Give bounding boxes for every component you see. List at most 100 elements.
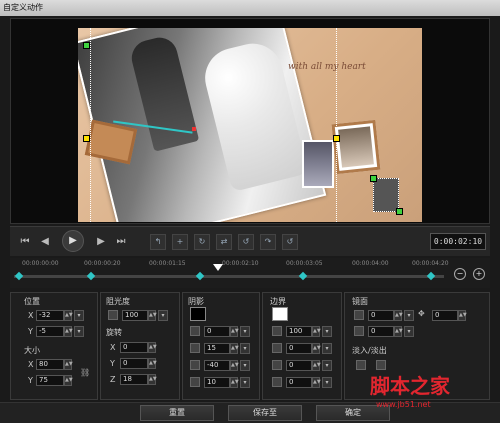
- link-chain-icon[interactable]: ⛓: [80, 368, 90, 377]
- mirror-dropdown-2-icon[interactable]: ▾: [404, 326, 414, 337]
- keyframe-tool-7-icon[interactable]: ↺: [282, 234, 298, 250]
- border-value-1[interactable]: 100: [286, 326, 312, 337]
- shadow-dropdown-4-icon[interactable]: ▾: [240, 377, 250, 388]
- rotation-y-field[interactable]: 0: [120, 358, 148, 369]
- transport-bar: ⏮ ◀ ▶ ▶ ⏭ ↰ + ↻ ⇄ ↺ ↷ ↺ 0:00:02:10: [10, 226, 490, 256]
- mirror-value-3[interactable]: 0: [432, 310, 458, 321]
- shadow-value-3[interactable]: -40: [204, 360, 230, 371]
- border-value-4[interactable]: 0: [286, 377, 312, 388]
- playhead[interactable]: [213, 264, 223, 271]
- mirror-spinner-1[interactable]: ▲▼: [394, 310, 403, 321]
- keyframe-tool-3-icon[interactable]: ↻: [194, 234, 210, 250]
- border-dropdown-1-icon[interactable]: ▾: [322, 326, 332, 337]
- step-forward-icon[interactable]: ▶: [94, 235, 108, 249]
- mirror-value-2[interactable]: 0: [368, 326, 394, 337]
- size-y-spinner[interactable]: ▲▼: [64, 375, 73, 386]
- ruler-label: 00:00:00:00: [22, 260, 59, 267]
- shadow-spinner-3[interactable]: ▲▼: [230, 360, 239, 371]
- size-y-field[interactable]: 75: [36, 375, 64, 386]
- position-y-field[interactable]: -5: [36, 326, 64, 337]
- shadow-dropdown-3-icon[interactable]: ▾: [240, 360, 250, 371]
- position-x-spinner[interactable]: ▲▼: [64, 310, 73, 321]
- keyframe-marker[interactable]: [14, 271, 24, 281]
- border-dropdown-4-icon[interactable]: ▾: [322, 377, 332, 388]
- mirror-spinner-3[interactable]: ▲▼: [458, 310, 467, 321]
- keyframe-tool-5-icon[interactable]: ↺: [238, 234, 254, 250]
- handle-top-left[interactable]: [83, 42, 90, 49]
- shadow-angle-icon: [190, 360, 200, 370]
- secondary-handle-top-left[interactable]: [370, 175, 377, 182]
- border-dropdown-3-icon[interactable]: ▾: [322, 360, 332, 371]
- shadow-dropdown-1-icon[interactable]: ▾: [240, 326, 250, 337]
- ruler-label: 00:00:04:00: [352, 260, 389, 267]
- handle-mid-right[interactable]: [333, 135, 340, 142]
- position-y-spinner[interactable]: ▲▼: [64, 326, 73, 337]
- keyframe-tool-6-icon[interactable]: ↷: [260, 234, 276, 250]
- size-x-spinner[interactable]: ▲▼: [64, 359, 73, 370]
- opacity-spinner[interactable]: ▲▼: [148, 310, 157, 321]
- keyframe-marker[interactable]: [86, 271, 96, 281]
- border-spinner-1[interactable]: ▲▼: [312, 326, 321, 337]
- border-spinner-4[interactable]: ▲▼: [312, 377, 321, 388]
- skip-end-icon[interactable]: ⏭: [114, 235, 128, 249]
- border-value-2[interactable]: 0: [286, 343, 312, 354]
- border-spinner-3[interactable]: ▲▼: [312, 360, 321, 371]
- shadow-spinner-1[interactable]: ▲▼: [230, 326, 239, 337]
- mirror-gradient-icon: [354, 326, 364, 336]
- handle-mid-left[interactable]: [83, 135, 90, 142]
- secondary-handle-bottom-right[interactable]: [396, 208, 403, 215]
- rotation-y-spinner[interactable]: ▲▼: [148, 358, 157, 369]
- window-title: 自定义动作: [0, 0, 500, 16]
- position-y-dropdown-icon[interactable]: ▾: [74, 326, 84, 337]
- step-back-icon[interactable]: ◀: [38, 235, 52, 249]
- rotation-z-label: Z: [110, 375, 116, 384]
- opacity-field[interactable]: 100: [122, 310, 148, 321]
- shadow-value-4[interactable]: 10: [204, 377, 230, 388]
- motion-center[interactable]: [192, 127, 196, 131]
- zoom-out-icon[interactable]: −: [454, 268, 466, 280]
- keyframe-marker[interactable]: [298, 271, 308, 281]
- timeline-track[interactable]: [14, 275, 444, 278]
- save-as-button[interactable]: 保存至: [228, 405, 302, 421]
- position-x-dropdown-icon[interactable]: ▾: [74, 310, 84, 321]
- rotation-x-spinner[interactable]: ▲▼: [148, 342, 157, 353]
- timecode-display[interactable]: 0:00:02:10: [430, 233, 486, 250]
- keyframe-marker[interactable]: [426, 271, 436, 281]
- position-x-field[interactable]: -32: [36, 310, 64, 321]
- fade-in-icon[interactable]: [356, 360, 366, 370]
- zoom-in-icon[interactable]: +: [473, 268, 485, 280]
- fade-title: 淡入/淡出: [352, 346, 387, 355]
- size-x-field[interactable]: 80: [36, 359, 64, 370]
- play-icon[interactable]: ▶: [62, 230, 84, 252]
- mirror-value-1[interactable]: 0: [368, 310, 394, 321]
- shadow-value-1[interactable]: 0: [204, 326, 230, 337]
- keyframe-swap-icon[interactable]: ⇄: [216, 234, 232, 250]
- fade-out-icon[interactable]: [376, 360, 386, 370]
- border-color-swatch[interactable]: [272, 307, 288, 321]
- keyframe-add-icon[interactable]: +: [172, 234, 188, 250]
- shadow-dropdown-2-icon[interactable]: ▾: [240, 343, 250, 354]
- mirror-dropdown-1-icon[interactable]: ▾: [404, 310, 414, 321]
- opacity-dropdown-icon[interactable]: ▾: [158, 310, 168, 321]
- rotation-z-field[interactable]: 18: [120, 374, 148, 385]
- keyframe-marker[interactable]: [195, 271, 205, 281]
- secondary-object[interactable]: [373, 178, 399, 212]
- timeline[interactable]: 00:00:00:00 00:00:00:20 00:00:01:15 00:0…: [10, 258, 490, 288]
- keyframe-tool-1-icon[interactable]: ↰: [150, 234, 166, 250]
- border-spinner-2[interactable]: ▲▼: [312, 343, 321, 354]
- border-radius-icon: [272, 377, 282, 387]
- shadow-color-swatch[interactable]: [190, 307, 206, 321]
- rotation-z-spinner[interactable]: ▲▼: [148, 374, 157, 385]
- reset-button[interactable]: 重置: [140, 405, 214, 421]
- shadow-spinner-4[interactable]: ▲▼: [230, 377, 239, 388]
- border-dropdown-2-icon[interactable]: ▾: [322, 343, 332, 354]
- skip-start-icon[interactable]: ⏮: [18, 235, 32, 249]
- mirror-spinner-2[interactable]: ▲▼: [394, 326, 403, 337]
- rotation-x-field[interactable]: 0: [120, 342, 148, 353]
- border-value-3[interactable]: 0: [286, 360, 312, 371]
- shadow-value-2[interactable]: 15: [204, 343, 230, 354]
- size-y-label: Y: [28, 376, 33, 385]
- move-icon[interactable]: ✥: [418, 309, 425, 318]
- shadow-spinner-2[interactable]: ▲▼: [230, 343, 239, 354]
- border-width-icon: [272, 343, 282, 353]
